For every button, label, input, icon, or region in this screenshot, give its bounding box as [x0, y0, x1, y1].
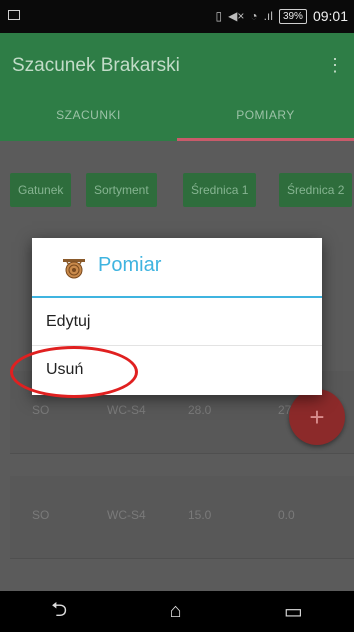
cell-sortyment: WC-S4 [107, 508, 146, 522]
vibrate-icon: ▯ [215, 9, 223, 23]
column-header-chips: Gatunek Sortyment Średnica 1 Średnica 2 [0, 173, 354, 207]
edit-option-label: Edytuj [46, 313, 91, 330]
status-bar: ▯ ◀× ◔ .ıl 39% 09:01 [0, 0, 354, 33]
cell-srednica-2: 0.0 [278, 508, 295, 522]
chip-gatunek[interactable]: Gatunek [10, 173, 72, 207]
signal-icon: .ıl [263, 9, 273, 23]
cell-gatunek: SO [32, 508, 50, 522]
edit-option[interactable]: Edytuj [32, 299, 322, 346]
home-icon[interactable]: ⌂ [170, 600, 182, 623]
chip-srednica-2[interactable]: Średnica 2 [279, 173, 353, 207]
wifi-icon: ◔ [250, 9, 258, 23]
table-row[interactable]: SO WC-S4 15.0 0.0 [10, 476, 354, 559]
chip-sortyment[interactable]: Sortyment [86, 173, 157, 207]
tab-pomiary[interactable]: POMIARY [177, 93, 354, 141]
status-indicators: ▯ ◀× ◔ .ıl 39% 09:01 [215, 8, 348, 24]
dialog-header: Pomiar [32, 238, 322, 298]
tree-stump-icon [63, 259, 85, 279]
battery-indicator: 39% [278, 8, 307, 24]
cell-gatunek: SO [32, 403, 50, 417]
mute-icon: ◀× [228, 9, 245, 23]
cell-sortyment: WC-S4 [107, 403, 146, 417]
add-button[interactable]: + [289, 389, 345, 445]
dialog-title: Pomiar [98, 254, 162, 276]
overflow-menu-icon[interactable]: ⋮ [326, 55, 344, 76]
back-icon[interactable]: ⮌ [51, 595, 67, 629]
navigation-bar: ⮌ ⌂ ▭ [0, 591, 354, 632]
cell-srednica-1: 28.0 [188, 403, 212, 417]
screenshot-notification-icon [8, 10, 20, 20]
red-highlight-ellipse [10, 346, 138, 398]
app-bar: Szacunek Brakarski ⋮ SZACUNKI POMIARY [0, 33, 354, 141]
cell-srednica-1: 15.0 [188, 508, 212, 522]
clock: 09:01 [312, 8, 348, 24]
tab-bar: SZACUNKI POMIARY [0, 93, 354, 141]
tab-szacunki[interactable]: SZACUNKI [0, 93, 177, 141]
recents-icon[interactable]: ▭ [284, 599, 303, 624]
app-title: Szacunek Brakarski [12, 55, 180, 76]
chip-srednica-1[interactable]: Średnica 1 [183, 173, 257, 207]
